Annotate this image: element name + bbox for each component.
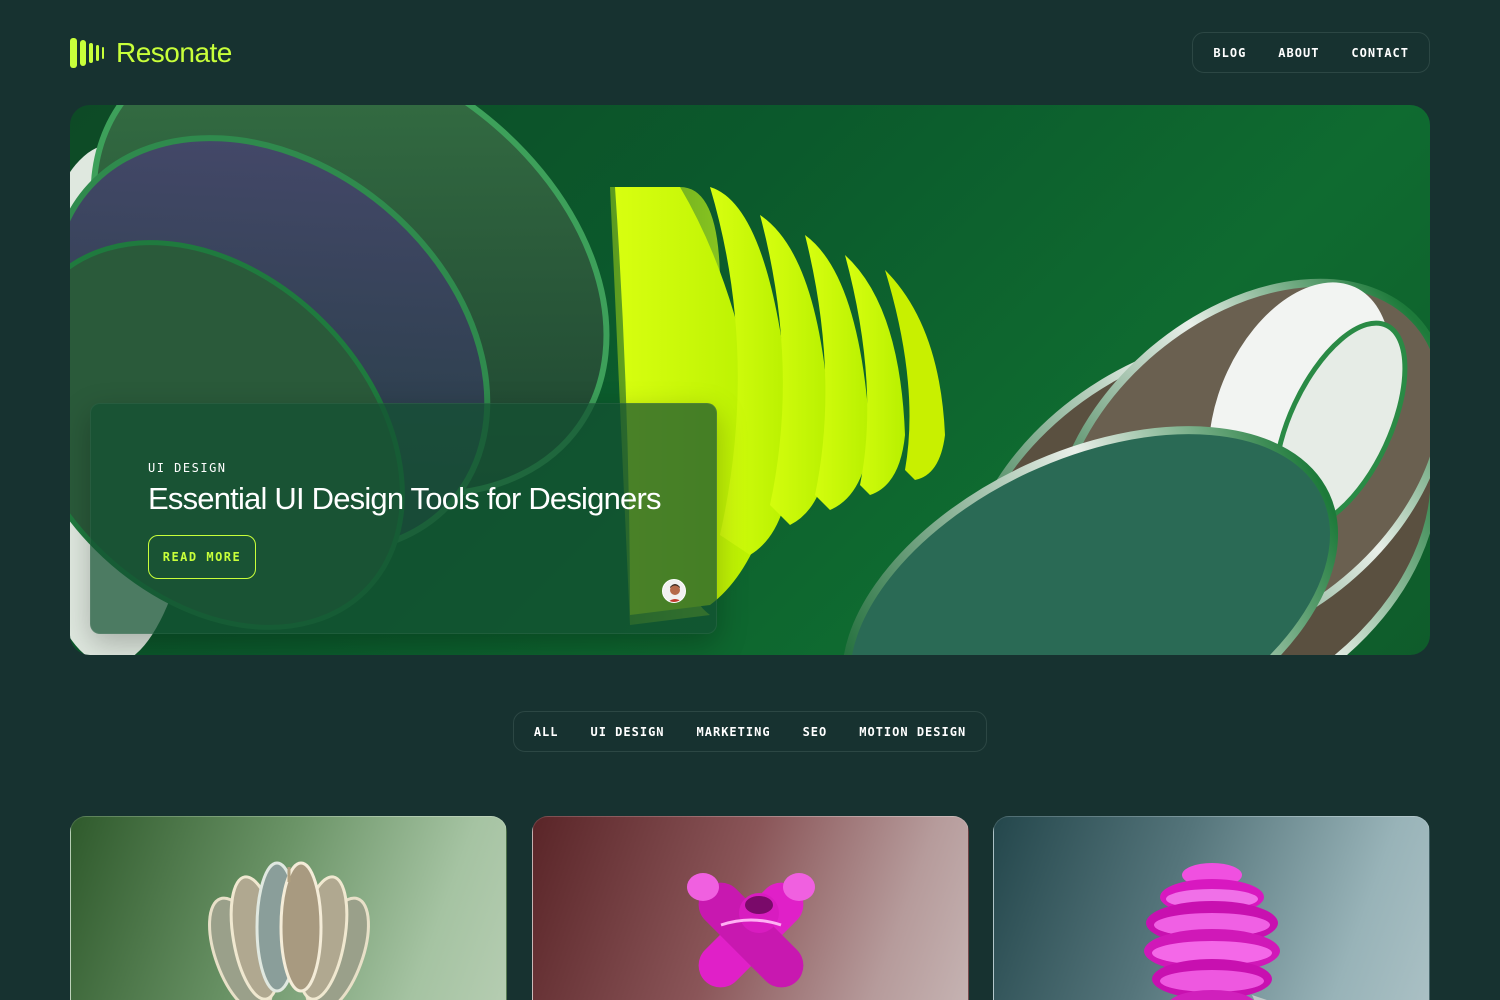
person-icon [663,580,685,602]
post-card[interactable] [532,816,969,1000]
filter-all[interactable]: ALL [534,725,559,739]
post-card[interactable] [993,816,1430,1000]
filter-motion-design[interactable]: MOTION DESIGN [859,725,966,739]
top-nav: BLOG ABOUT CONTACT [1192,32,1430,73]
logo-icon [70,38,104,68]
post-card[interactable] [70,816,507,1000]
post-title[interactable]: Essential UI Design Tools for Designers [148,481,662,517]
nav-link-blog[interactable]: BLOG [1213,46,1246,60]
post-category: UI DESIGN [148,461,227,475]
magenta-cross-sculpture-icon [687,873,815,988]
filter-marketing[interactable]: MARKETING [697,725,771,739]
hero-banner[interactable]: UI DESIGN Essential UI Design Tools for … [70,105,1430,655]
site-header: Resonate BLOG ABOUT CONTACT [70,32,1430,74]
magenta-spiral-sculpture-icon [1144,863,1280,1000]
featured-post-card[interactable]: UI DESIGN Essential UI Design Tools for … [90,403,717,634]
category-filter-bar: ALL UI DESIGN MARKETING SEO MOTION DESIG… [513,711,987,752]
filter-seo[interactable]: SEO [803,725,828,739]
read-more-button[interactable]: READ MORE [148,535,256,579]
filter-ui-design[interactable]: UI DESIGN [591,725,665,739]
logo[interactable]: Resonate [70,34,232,72]
nav-link-contact[interactable]: CONTACT [1351,46,1409,60]
chrome-flower-sculpture-icon [208,861,370,1000]
nav-link-about[interactable]: ABOUT [1278,46,1319,60]
author-avatar[interactable] [662,579,686,603]
logo-text: Resonate [116,37,232,68]
